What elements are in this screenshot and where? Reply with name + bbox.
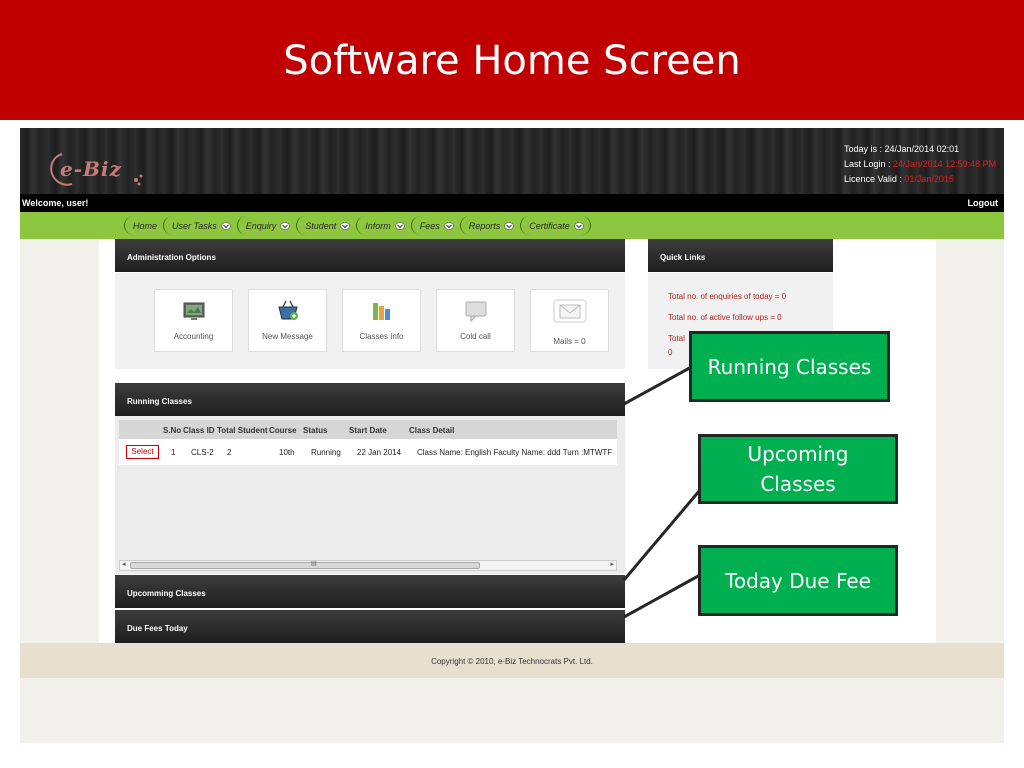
nav-fees[interactable]: Fees <box>410 216 460 235</box>
logo-text: e-Biz <box>60 157 122 181</box>
scroll-grip: III <box>311 561 317 568</box>
running-classes-body: S.No Class ID Total Student Course Statu… <box>115 416 625 574</box>
welcome-text: Welcome, user! <box>22 198 89 208</box>
chevron-down-icon <box>504 221 515 230</box>
mails-tile[interactable]: Mails = 0 <box>530 289 609 352</box>
quick-link-total-value: 0 <box>668 348 673 357</box>
scroll-left-icon[interactable]: ◂ <box>122 560 126 568</box>
new-message-tile[interactable]: New Message <box>248 289 327 352</box>
logout-link[interactable]: Logout <box>968 198 999 208</box>
running-classes-table-header: S.No Class ID Total Student Course Statu… <box>119 420 617 439</box>
today-info: Today is : 24/Jan/2014 02:01 <box>844 144 960 154</box>
copyright-text: Copyright © 2010, e-Biz Technocrats Pvt.… <box>431 657 593 666</box>
today-due-fee-callout: Today Due Fee <box>698 545 898 616</box>
table-row: Select 1 CLS-2 2 10th Running 22 Jan 201… <box>119 439 617 465</box>
chevron-down-icon <box>394 221 405 230</box>
running-classes-header: Running Classes <box>115 383 625 416</box>
nav-certificate[interactable]: Certificate <box>520 216 591 235</box>
horizontal-scrollbar[interactable]: ◂ III ▸ <box>119 560 617 571</box>
app-header: e-Biz Today is : 24/Jan/2014 02:01 Last … <box>20 128 1004 194</box>
monitor-icon <box>183 302 205 320</box>
quick-links-header: Quick Links <box>648 239 833 272</box>
welcome-bar: Welcome, user! Logout <box>20 194 1004 212</box>
licence-info: Licence Valid : 01/Jan/2015 <box>844 174 954 184</box>
footer: Copyright © 2010, e-Biz Technocrats Pvt.… <box>20 643 1004 678</box>
due-fees-header[interactable]: Due Fees Today <box>115 610 625 643</box>
accounting-tile[interactable]: Accounting <box>154 289 233 352</box>
upcoming-classes-header[interactable]: Upcomming Classes <box>115 575 625 608</box>
last-login-info: Last Login : 24/Jan/2014 12:59:48 PM <box>844 159 997 169</box>
nav-user-tasks[interactable]: User Tasks <box>163 216 237 235</box>
mail-icon <box>553 299 587 323</box>
books-icon <box>373 303 390 320</box>
running-classes-callout: Running Classes <box>689 331 890 402</box>
slide-title: Software Home Screen <box>283 38 741 84</box>
admin-options-header: Administration Options <box>115 239 625 272</box>
nav-inform[interactable]: Inform <box>356 216 411 235</box>
slide: Software Home Screen e-Biz Today is : 24… <box>0 0 1024 768</box>
chevron-down-icon <box>443 221 454 230</box>
nav-enquiry[interactable]: Enquiry <box>236 216 297 235</box>
chevron-down-icon <box>280 221 291 230</box>
title-banner: Software Home Screen <box>0 0 1024 120</box>
upcoming-classes-callout: Upcoming Classes <box>698 434 898 504</box>
nav-student[interactable]: Student <box>296 216 356 235</box>
chevron-down-icon <box>340 221 351 230</box>
nav-items: Home User Tasks Enquiry Student Inform F… <box>124 216 591 235</box>
nav-reports[interactable]: Reports <box>459 216 521 235</box>
classes-info-tile[interactable]: Classes Info <box>342 289 421 352</box>
select-button[interactable]: Select <box>126 445 159 459</box>
scroll-right-icon[interactable]: ▸ <box>610 560 614 568</box>
admin-options-body: Accounting New Message Classes Info Cold… <box>115 273 625 369</box>
chevron-down-icon <box>574 221 584 230</box>
quick-link-enquiries[interactable]: Total no. of enquiries of today = 0 <box>668 292 786 301</box>
quick-link-total[interactable]: Total <box>668 334 685 343</box>
scrollbar-thumb[interactable]: III <box>130 561 480 569</box>
basket-icon <box>278 300 298 320</box>
speech-bubble-icon <box>465 301 487 323</box>
cold-call-tile[interactable]: Cold call <box>436 289 515 352</box>
chevron-down-icon <box>220 221 231 230</box>
quick-link-follow-ups[interactable]: Total no. of active follow ups = 0 <box>668 313 782 322</box>
main-nav: Home User Tasks Enquiry Student Inform F… <box>20 212 1004 239</box>
nav-home[interactable]: Home <box>124 216 163 235</box>
